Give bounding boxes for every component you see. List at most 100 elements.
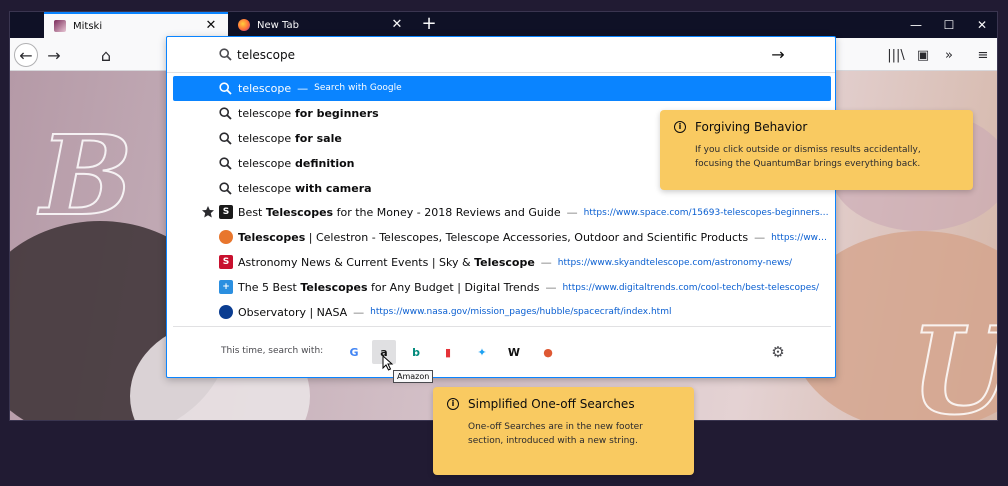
footer-divider [173, 326, 831, 327]
title-part: The 5 Best [238, 281, 301, 295]
search-icon [219, 107, 232, 120]
suggestion-completion: with camera [291, 181, 372, 195]
title-part: | Celestron - Telescopes, Telescope Acce… [305, 231, 749, 245]
bookmark-star-icon [202, 206, 214, 218]
background-lettering-graphic: B [39, 110, 134, 241]
one-off-label: This time, search with: [221, 346, 324, 356]
result-title: Best Telescopes for the Money - 2018 Rev… [238, 206, 561, 219]
urlbar-input-row: → [167, 37, 835, 73]
search-icon [219, 82, 232, 95]
back-button[interactable]: ← [14, 43, 38, 67]
separator: — [540, 256, 552, 270]
history-result-row[interactable]: Telescopes | Celestron - Telescopes, Tel… [173, 225, 831, 250]
library-icon[interactable]: |||\ [885, 44, 907, 66]
suggestion-text: telescope for sale [238, 132, 342, 145]
site-favicon-icon: S [219, 255, 233, 270]
history-result-row[interactable]: S Best Telescopes for the Money - 2018 Re… [173, 200, 831, 225]
overflow-icon[interactable]: » [938, 44, 960, 66]
tab-mitski[interactable]: Mitski ✕ [44, 12, 228, 38]
background-lettering-graphic: U [909, 300, 997, 420]
title-match: Telescopes [238, 231, 306, 245]
engine-duckduckgo-icon[interactable]: ● [536, 340, 560, 364]
engine-ebay-icon[interactable]: ▮ [436, 340, 460, 364]
tab-new-tab[interactable]: New Tab ✕ [228, 12, 414, 38]
suggestion-text: telescope for beginners [238, 107, 379, 120]
tab-close-icon[interactable]: ✕ [204, 19, 218, 33]
callout-one-off-searches: i Simplified One-off Searches One-off Sea… [433, 387, 694, 475]
minimize-button[interactable]: — [906, 16, 926, 34]
suggestion-completion: for sale [291, 131, 342, 145]
menu-icon[interactable]: ≡ [972, 44, 994, 66]
suggestion-query: telescope [238, 156, 292, 170]
engine-twitter-icon[interactable]: ✦ [470, 340, 494, 364]
callout-body-line: One-off Searches are in the new footer [468, 422, 643, 432]
go-arrow-icon[interactable]: → [767, 45, 789, 65]
history-result-row[interactable]: Observatory | NASA — https://www.nasa.gov/… [173, 300, 831, 325]
title-match: Telescopes [265, 206, 334, 220]
callout-body-line: If you click outside or dismiss results … [695, 145, 921, 155]
history-result-row[interactable]: S Astronomy News & Current Events | Sky &… [173, 250, 831, 275]
suggestion-query: telescope [238, 131, 292, 145]
tab-title: Mitski [73, 20, 103, 32]
title-part: Best [238, 206, 266, 220]
result-url: https://www.space.com/15693-telescopes-b… [583, 207, 829, 218]
search-action-label: Search with Google [314, 83, 402, 94]
site-favicon-icon: + [219, 280, 233, 295]
result-title: The 5 Best Telescopes for Any Budget | D… [238, 281, 539, 294]
engine-google-icon[interactable]: G [342, 340, 366, 364]
forward-button[interactable]: → [42, 43, 66, 67]
engine-bing-icon[interactable]: b [404, 340, 428, 364]
suggestion-text: telescope with camera [238, 182, 372, 195]
result-url: https://www.skyandtelescope.com/astronom… [557, 257, 793, 268]
mouse-cursor-icon [382, 355, 394, 371]
site-favicon-icon: S [219, 205, 233, 220]
suggestion-completion: definition [291, 156, 355, 170]
search-icon [219, 181, 232, 195]
callout-body-line: section, introduced with a new string. [468, 436, 638, 446]
separator: — [545, 281, 557, 295]
tab-bar: Mitski ✕ New Tab ✕ + — ☐ ✕ [10, 12, 997, 38]
separator: — [353, 305, 365, 319]
new-tab-button[interactable]: + [418, 14, 440, 36]
result-title: Telescopes | Celestron - Telescopes, Tel… [238, 231, 748, 244]
search-icon [219, 48, 232, 61]
tab-close-icon[interactable]: ✕ [390, 18, 404, 32]
site-favicon-icon [219, 230, 233, 245]
callout-forgiving-behavior: i Forgiving Behavior If you click outside… [660, 110, 973, 190]
info-icon: i [674, 121, 686, 133]
title-match: Telescope [474, 256, 535, 270]
engine-wikipedia-icon[interactable]: W [502, 340, 526, 364]
search-suggestion-row[interactable]: telescope — Search with Google [173, 76, 831, 101]
settings-gear-icon[interactable]: ⚙ [766, 340, 790, 364]
home-button[interactable]: ⌂ [94, 43, 118, 67]
result-title: Astronomy News & Current Events | Sky & … [238, 256, 535, 269]
title-part: Astronomy News & Current Events | Sky & [238, 256, 475, 270]
maximize-button[interactable]: ☐ [939, 16, 959, 34]
suggestion-query: telescope [238, 81, 292, 95]
tab-title: New Tab [257, 19, 299, 31]
title-part: for the Money - 2018 Reviews and Guide [333, 206, 561, 220]
one-off-search-footer: This time, search with: Ga b ▮ ✦ W ● ⚙ [167, 336, 835, 366]
window-close-button[interactable]: ✕ [972, 16, 992, 34]
separator: — [754, 231, 766, 245]
callout-title: Simplified One-off Searches [468, 397, 635, 411]
firefox-icon [238, 19, 250, 31]
result-url: https://www.digitaltrends.com/cool-tech/… [562, 282, 819, 293]
tab-favicon [54, 20, 66, 32]
callout-body-line: focusing the QuantumBar brings everythin… [695, 159, 921, 169]
separator: — [297, 81, 309, 95]
separator: — [566, 206, 578, 220]
suggestion-text: telescope [238, 82, 291, 95]
sidebar-icon[interactable]: ▣ [912, 44, 934, 66]
title-part: Observatory | NASA [238, 305, 348, 319]
title-match: Telescopes [300, 281, 368, 295]
engine-tooltip: Amazon [393, 370, 434, 383]
quantumbar-dropdown: → telescope — Search with Google telescope … [166, 36, 836, 378]
site-favicon-icon [219, 305, 233, 320]
url-input[interactable] [237, 46, 757, 64]
suggestion-text: telescope definition [238, 157, 355, 170]
history-result-row[interactable]: + The 5 Best Telescopes for Any Budget | … [173, 275, 831, 300]
info-icon: i [447, 398, 459, 410]
result-title: Observatory | NASA [238, 306, 347, 319]
search-icon [219, 132, 232, 145]
